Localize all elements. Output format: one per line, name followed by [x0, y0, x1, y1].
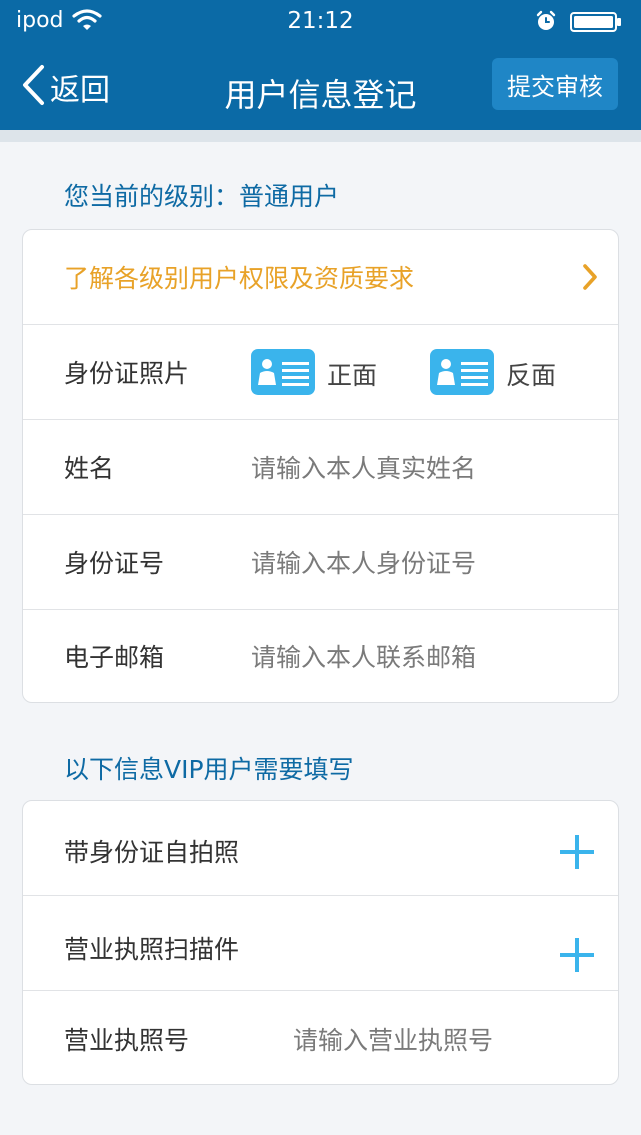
id-back-label: 反面 [506, 361, 557, 390]
header-divider [0, 130, 641, 142]
vip-section-title: 以下信息VIP用户需要填写 [64, 755, 354, 784]
id-photo-label: 身份证照片 [64, 359, 190, 388]
name-label: 姓名 [64, 454, 115, 483]
id-number-label: 身份证号 [64, 549, 165, 578]
alarm-icon [535, 10, 557, 36]
id-card-icon [430, 349, 494, 399]
plus-icon[interactable] [560, 938, 594, 976]
top-bar: ipod 21:12 返回 用户信息登记 提交审核 [0, 0, 641, 130]
license-scan-label: 营业执照扫描件 [64, 935, 240, 964]
submit-review-button[interactable]: 提交审核 [492, 58, 618, 110]
vip-info-card: 带身份证自拍照 营业执照扫描件 营业执照号 请输入营业执照号 [22, 800, 619, 1085]
user-level-text: 您当前的级别：普通用户 [64, 182, 340, 211]
license-scan-row[interactable]: 营业执照扫描件 [23, 896, 618, 991]
selfie-label: 带身份证自拍照 [64, 838, 240, 867]
id-back-upload-button[interactable]: 反面 [430, 349, 556, 399]
license-number-label: 营业执照号 [64, 1025, 190, 1055]
id-number-input[interactable]: 请输入本人身份证号 [251, 544, 476, 580]
plus-icon[interactable] [560, 835, 594, 873]
status-bar: ipod 21:12 [0, 0, 641, 44]
id-number-row: 身份证号 请输入本人身份证号 [23, 515, 618, 610]
selfie-row[interactable]: 带身份证自拍照 [23, 801, 618, 896]
id-photo-row: 身份证照片 正面 反面 [23, 325, 618, 420]
name-input[interactable]: 请输入本人真实姓名 [251, 449, 476, 485]
id-card-icon [251, 349, 315, 399]
nav-bar: 返回 用户信息登记 提交审核 [0, 44, 641, 130]
chevron-right-icon [582, 263, 598, 295]
name-row: 姓名 请输入本人真实姓名 [23, 420, 618, 515]
license-number-input[interactable]: 请输入营业执照号 [293, 1021, 493, 1057]
id-front-label: 正面 [327, 361, 378, 390]
id-front-upload-button[interactable]: 正面 [251, 349, 377, 399]
permissions-link-label: 了解各级别用户权限及资质要求 [64, 264, 415, 293]
battery-icon [570, 12, 622, 36]
license-number-row: 营业执照号 请输入营业执照号 [23, 991, 618, 1084]
permissions-link-row[interactable]: 了解各级别用户权限及资质要求 [23, 230, 618, 325]
email-label: 电子邮箱 [64, 643, 165, 672]
email-input[interactable]: 请输入本人联系邮箱 [251, 638, 476, 674]
email-row: 电子邮箱 请输入本人联系邮箱 [23, 610, 618, 702]
basic-info-card: 了解各级别用户权限及资质要求 身份证照片 正面 反面 姓名 请输入本人真实姓名 … [22, 229, 619, 703]
